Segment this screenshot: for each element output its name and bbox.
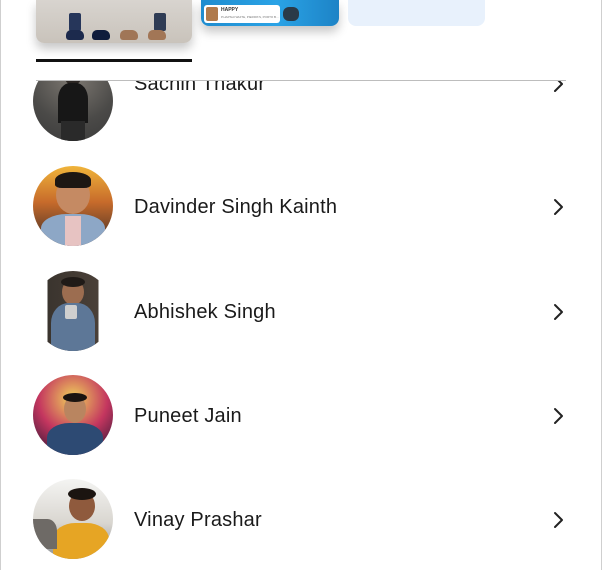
badge-title: HAPPY: [221, 7, 239, 13]
person-name: Puneet Jain: [134, 405, 242, 427]
photo-card-1[interactable]: [36, 0, 192, 43]
person-name: Davinder Singh Kainth: [134, 196, 338, 218]
photo-legs: [69, 13, 81, 31]
avatar: [33, 479, 113, 559]
avatar-body: [47, 423, 103, 455]
list-item[interactable]: Puneet Jain: [0, 375, 602, 479]
avatar-hair: [55, 172, 91, 188]
photo-shoe: [148, 30, 166, 40]
chevron-right-icon[interactable]: [548, 406, 568, 426]
avatar-hair: [63, 393, 87, 402]
list-item[interactable]: Sachin Thakur: [0, 81, 602, 165]
avatar-phone: [65, 305, 77, 319]
photo-legs: [154, 13, 166, 31]
photo-card-2[interactable]: HAPPY P.HAPSHI WHITE, PIERIPA'S, PORTO B…: [201, 0, 339, 26]
avatar-legs: [61, 121, 85, 141]
photo-shoe: [120, 30, 138, 40]
person-name: Vinay Prashar: [134, 509, 262, 531]
avatar: [33, 271, 113, 351]
avatar-body: [53, 523, 109, 559]
photo-object: [283, 7, 299, 21]
photo-badge: HAPPY P.HAPSHI WHITE, PIERIPA'S, PORTO B…: [204, 5, 280, 23]
avatar: [33, 375, 113, 455]
chevron-right-icon[interactable]: [548, 510, 568, 530]
selected-tab-indicator: [36, 59, 192, 62]
list-item[interactable]: Vinay Prashar: [0, 479, 602, 570]
avatar: [33, 81, 113, 141]
badge-subtitle: P.HAPSHI WHITE, PIERIPA'S, PORTO B...: [221, 15, 279, 19]
list-item[interactable]: Davinder Singh Kainth: [0, 166, 602, 270]
chevron-right-icon[interactable]: [548, 81, 568, 94]
avatar-body: [58, 83, 88, 123]
list-item[interactable]: Abhishek Singh: [0, 271, 602, 375]
avatar-shirt: [65, 216, 81, 246]
avatar: [33, 166, 113, 246]
avatar-seat: [33, 519, 57, 549]
badge-thumbnail: [206, 7, 218, 21]
photo-card-3[interactable]: [348, 0, 485, 26]
photo-shoe: [92, 30, 110, 40]
avatar-hair: [61, 277, 85, 287]
chevron-right-icon[interactable]: [548, 302, 568, 322]
person-name: Sachin Thakur: [134, 81, 266, 95]
avatar-hair: [68, 488, 96, 500]
photo-shoe: [66, 30, 84, 40]
chevron-right-icon[interactable]: [548, 197, 568, 217]
people-list: Sachin Thakur Davinder Singh Kainth Abhi…: [0, 81, 602, 570]
person-name: Abhishek Singh: [134, 301, 276, 323]
